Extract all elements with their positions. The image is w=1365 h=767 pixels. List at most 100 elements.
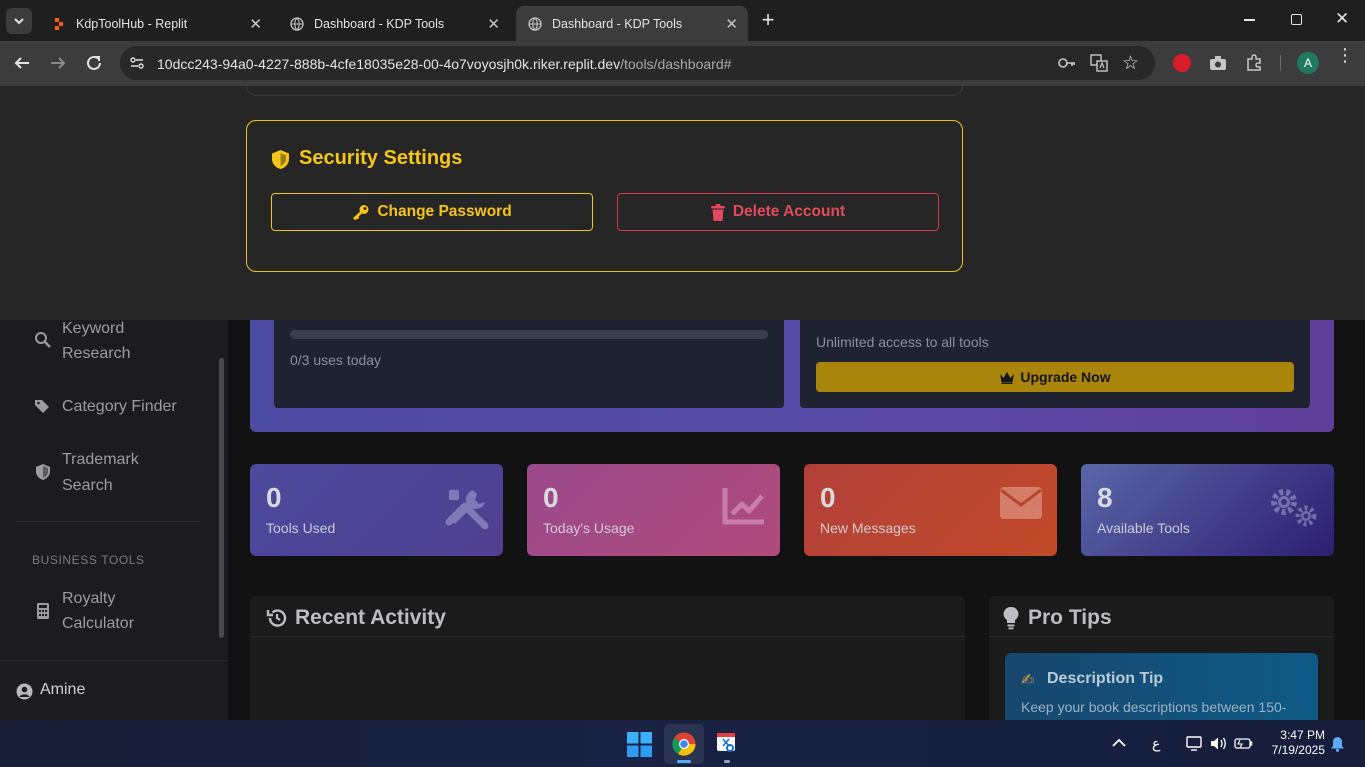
panel-divider xyxy=(250,636,965,637)
delete-account-button[interactable]: Delete Account xyxy=(617,193,939,231)
chevron-up-icon[interactable] xyxy=(1112,738,1126,748)
new-tab-button[interactable]: + xyxy=(757,8,779,32)
panel-divider xyxy=(989,636,1334,637)
stat-card-available-tools: 8 Available Tools xyxy=(1081,464,1334,556)
snipping-tool-icon[interactable] xyxy=(715,731,739,755)
shield-icon xyxy=(272,150,289,169)
sidebar-item-label: Trademark xyxy=(62,451,139,468)
history-icon xyxy=(266,609,287,627)
profile-avatar[interactable]: A xyxy=(1297,52,1319,74)
extensions-puzzle-icon[interactable] xyxy=(1245,53,1263,71)
tab-title: Dashboard - KDP Tools xyxy=(552,16,683,31)
close-tab-icon[interactable]: ✕ xyxy=(249,15,262,33)
stat-card-todays-usage: 0 Today's Usage xyxy=(527,464,780,556)
clock-time: 3:47 PM xyxy=(1280,728,1325,742)
sidebar-divider xyxy=(16,521,200,522)
extension-stop-icon[interactable] xyxy=(1173,54,1191,72)
stat-value: 8 xyxy=(1097,482,1113,513)
close-tab-icon[interactable]: ✕ xyxy=(487,15,500,33)
site-info-icon[interactable] xyxy=(129,55,145,71)
overlay-prev-card-edge xyxy=(246,86,963,96)
url-host: 10dcc243-94a0-4227-888b-4cfe18035e28-00-… xyxy=(157,56,621,72)
tools-icon xyxy=(445,490,489,530)
network-icon[interactable] xyxy=(1186,736,1204,751)
notification-bell-icon[interactable] xyxy=(1330,736,1345,752)
crown-icon xyxy=(1000,371,1015,384)
tip-title: Description Tip xyxy=(1047,670,1164,687)
chrome-icon xyxy=(672,732,696,756)
restore-window-icon[interactable] xyxy=(1291,14,1302,25)
battery-icon[interactable] xyxy=(1234,737,1253,750)
active-app-indicator xyxy=(677,760,691,763)
sidebar-item-trademark-search[interactable]: Trademark Search xyxy=(34,447,204,499)
windows-taskbar: ع 3:47 PM 7/19/2025 xyxy=(0,720,1365,767)
close-tab-icon[interactable]: ✕ xyxy=(725,15,738,33)
tip-card: ✍ Description Tip Keep your book descrip… xyxy=(1005,653,1318,720)
search-icon xyxy=(35,332,51,348)
browser-menu-icon[interactable]: ⋮ xyxy=(1336,46,1354,64)
panel-title: Pro Tips xyxy=(1028,606,1112,629)
stat-card-tools-used: 0 Tools Used xyxy=(250,464,503,556)
forward-arrow-icon[interactable] xyxy=(49,54,67,72)
tab-kdptoolhub-replit[interactable]: KdpToolHub - Replit ✕ xyxy=(40,6,272,41)
browser-toolbar: 10dcc243-94a0-4227-888b-4cfe18035e28-00-… xyxy=(0,41,1365,86)
sidebar-user[interactable]: Amine xyxy=(16,681,166,701)
envelope-icon xyxy=(1000,487,1042,519)
tab-title: Dashboard - KDP Tools xyxy=(314,16,445,31)
shield-icon xyxy=(36,464,50,480)
calculator-icon xyxy=(37,603,49,619)
close-window-icon[interactable]: ✕ xyxy=(1335,9,1349,29)
sidebar-item-label: Category Finder xyxy=(62,398,177,415)
address-bar[interactable]: 10dcc243-94a0-4227-888b-4cfe18035e28-00-… xyxy=(120,46,1155,80)
volume-icon[interactable] xyxy=(1210,736,1228,751)
back-arrow-icon[interactable] xyxy=(13,54,31,72)
panel-title: Recent Activity xyxy=(295,606,446,629)
sidebar-item-label: Royalty xyxy=(62,590,116,607)
user-circle-icon xyxy=(16,683,33,700)
tags-icon xyxy=(35,400,49,413)
sidebar-scrollbar[interactable] xyxy=(219,358,224,638)
key-icon xyxy=(353,205,369,220)
language-indicator[interactable]: ع xyxy=(1152,735,1160,752)
windows-start-icon[interactable] xyxy=(627,732,652,757)
stat-value: 0 xyxy=(543,482,559,513)
stat-value: 0 xyxy=(266,482,282,513)
chrome-taskbar-button[interactable] xyxy=(664,724,704,764)
system-clock[interactable]: 3:47 PM 7/19/2025 xyxy=(1272,728,1325,758)
sidebar-item-category-finder[interactable]: Category Finder xyxy=(34,394,204,419)
stat-label: Available Tools xyxy=(1097,520,1190,536)
tip-text: Keep your book descriptions between 150- xyxy=(1021,699,1287,715)
pen-icon: ✍ xyxy=(1021,672,1035,689)
delete-account-label: Delete Account xyxy=(732,203,846,220)
toolbar-divider xyxy=(1280,55,1281,71)
tab-search-button[interactable] xyxy=(6,8,32,34)
tab-dashboard-kdp-tools-active[interactable]: Dashboard - KDP Tools ✕ xyxy=(516,6,748,41)
password-key-icon[interactable] xyxy=(1058,55,1076,71)
browser-tab-bar: KdpToolHub - Replit ✕ Dashboard - KDP To… xyxy=(0,0,1365,41)
change-password-button[interactable]: Change Password xyxy=(271,193,593,231)
translate-icon[interactable] xyxy=(1090,54,1108,72)
pro-plan-description: Unlimited access to all tools xyxy=(816,334,989,350)
lightbulb-icon xyxy=(1003,606,1019,630)
page-viewport: Keyword Research Category Finder Tradema… xyxy=(0,86,1365,720)
globe-icon xyxy=(528,16,542,31)
reload-icon[interactable] xyxy=(85,54,103,72)
camera-extension-icon[interactable] xyxy=(1209,55,1227,71)
tab-dashboard-kdp-tools[interactable]: Dashboard - KDP Tools ✕ xyxy=(278,6,510,41)
security-settings-card: Security Settings Change Password Delete… xyxy=(246,120,963,272)
stat-value: 0 xyxy=(820,482,836,513)
minimize-window-icon[interactable] xyxy=(1244,19,1255,21)
sidebar-footer-divider xyxy=(0,660,228,661)
bookmark-star-icon[interactable]: ☆ xyxy=(1122,52,1139,75)
sidebar-item-royalty-calculator[interactable]: Royalty Calculator xyxy=(34,586,204,638)
user-name: Amine xyxy=(40,681,86,698)
chevron-down-icon xyxy=(14,18,24,25)
globe-icon xyxy=(290,16,304,31)
upgrade-button[interactable]: Upgrade Now xyxy=(816,362,1294,392)
security-settings-title: Security Settings xyxy=(299,147,463,169)
settings-overlay: Security Settings Change Password Delete… xyxy=(0,86,1365,320)
upgrade-button-label: Upgrade Now xyxy=(1020,369,1111,385)
stat-label: Today's Usage xyxy=(543,520,635,536)
sidebar-item-keyword-research[interactable]: Keyword Research xyxy=(34,316,204,368)
url-path: /tools/dashboard# xyxy=(620,56,732,72)
